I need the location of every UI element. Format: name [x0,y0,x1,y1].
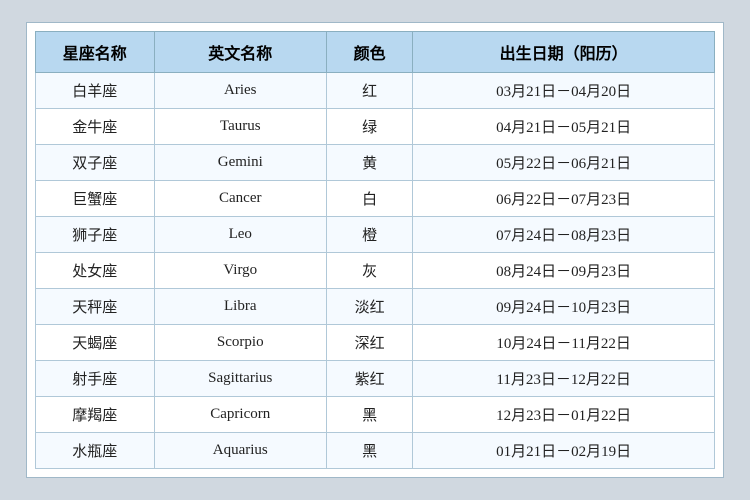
cell-date: 12月23日－01月22日 [413,397,715,433]
cell-zh: 白羊座 [36,73,155,109]
cell-en: Aquarius [154,433,326,469]
cell-zh: 双子座 [36,145,155,181]
cell-zh: 天蝎座 [36,325,155,361]
header-date: 出生日期（阳历） [413,32,715,73]
cell-zh: 处女座 [36,253,155,289]
table-row: 处女座Virgo灰08月24日－09月23日 [36,253,715,289]
cell-color: 深红 [326,325,412,361]
cell-color: 黑 [326,397,412,433]
cell-date: 01月21日－02月19日 [413,433,715,469]
cell-date: 03月21日－04月20日 [413,73,715,109]
cell-en: Scorpio [154,325,326,361]
cell-zh: 巨蟹座 [36,181,155,217]
cell-zh: 摩羯座 [36,397,155,433]
table-row: 射手座Sagittarius紫红11月23日－12月22日 [36,361,715,397]
cell-en: Gemini [154,145,326,181]
cell-color: 橙 [326,217,412,253]
header-zh: 星座名称 [36,32,155,73]
header-color: 颜色 [326,32,412,73]
cell-en: Taurus [154,109,326,145]
cell-en: Sagittarius [154,361,326,397]
cell-en: Cancer [154,181,326,217]
zodiac-table-container: 星座名称 英文名称 颜色 出生日期（阳历） 白羊座Aries红03月21日－04… [26,22,724,478]
cell-date: 10月24日－11月22日 [413,325,715,361]
table-row: 水瓶座Aquarius黑01月21日－02月19日 [36,433,715,469]
cell-color: 黄 [326,145,412,181]
table-row: 天蝎座Scorpio深红10月24日－11月22日 [36,325,715,361]
cell-color: 红 [326,73,412,109]
cell-date: 11月23日－12月22日 [413,361,715,397]
cell-color: 绿 [326,109,412,145]
cell-zh: 水瓶座 [36,433,155,469]
cell-color: 黑 [326,433,412,469]
table-row: 天秤座Libra淡红09月24日－10月23日 [36,289,715,325]
table-header-row: 星座名称 英文名称 颜色 出生日期（阳历） [36,32,715,73]
table-row: 巨蟹座Cancer白06月22日－07月23日 [36,181,715,217]
cell-en: Virgo [154,253,326,289]
cell-zh: 金牛座 [36,109,155,145]
table-body: 白羊座Aries红03月21日－04月20日金牛座Taurus绿04月21日－0… [36,73,715,469]
cell-zh: 射手座 [36,361,155,397]
cell-color: 白 [326,181,412,217]
cell-en: Aries [154,73,326,109]
header-en: 英文名称 [154,32,326,73]
cell-en: Leo [154,217,326,253]
table-row: 双子座Gemini黄05月22日－06月21日 [36,145,715,181]
cell-color: 灰 [326,253,412,289]
table-row: 白羊座Aries红03月21日－04月20日 [36,73,715,109]
table-row: 摩羯座Capricorn黑12月23日－01月22日 [36,397,715,433]
cell-date: 06月22日－07月23日 [413,181,715,217]
cell-date: 08月24日－09月23日 [413,253,715,289]
cell-color: 紫红 [326,361,412,397]
cell-date: 04月21日－05月21日 [413,109,715,145]
cell-zh: 狮子座 [36,217,155,253]
cell-color: 淡红 [326,289,412,325]
cell-en: Libra [154,289,326,325]
cell-zh: 天秤座 [36,289,155,325]
table-row: 狮子座Leo橙07月24日－08月23日 [36,217,715,253]
cell-date: 05月22日－06月21日 [413,145,715,181]
table-row: 金牛座Taurus绿04月21日－05月21日 [36,109,715,145]
cell-en: Capricorn [154,397,326,433]
zodiac-table: 星座名称 英文名称 颜色 出生日期（阳历） 白羊座Aries红03月21日－04… [35,31,715,469]
cell-date: 09月24日－10月23日 [413,289,715,325]
cell-date: 07月24日－08月23日 [413,217,715,253]
